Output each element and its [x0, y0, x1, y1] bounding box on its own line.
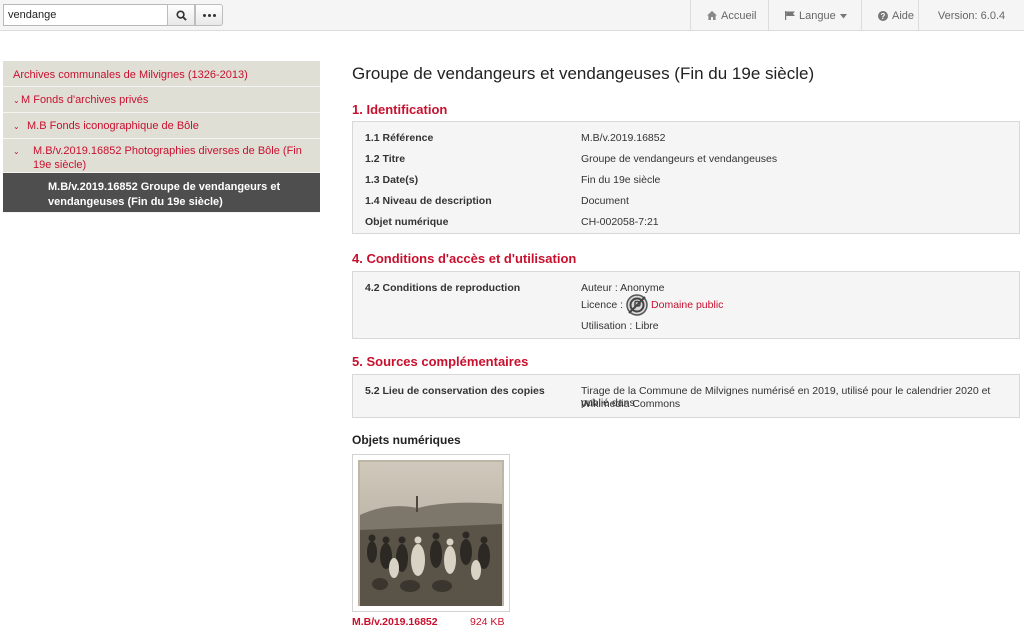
- nav-langue[interactable]: Langue: [768, 0, 861, 31]
- section-identification-title: 1. Identification: [352, 102, 448, 117]
- row-value: Groupe de vendangeurs et vendangeuses: [581, 153, 778, 165]
- tree-item-fonds-prives[interactable]: ⌄ M Fonds d'archives privés: [3, 87, 320, 113]
- digital-object-size: 924 KB: [470, 616, 505, 628]
- row-label: 1.4 Niveau de description: [365, 195, 492, 207]
- row-label: 1.1 Référence: [365, 132, 434, 144]
- tree-item-fonds-iconographique[interactable]: ⌄ M.B Fonds iconographique de Bôle: [3, 113, 320, 139]
- identification-row: 1.4 Niveau de description Document: [365, 195, 629, 207]
- sources-value-line2: Wikimedia Commons: [581, 398, 681, 410]
- nav-langue-label: Langue: [799, 9, 836, 22]
- more-icon: [202, 13, 216, 17]
- chevron-down-icon: ⌄: [13, 122, 20, 131]
- licence-line: Licence : Domaine public: [581, 294, 723, 316]
- nav-accueil-label: Accueil: [721, 9, 757, 22]
- chevron-down-icon: ⌄: [13, 147, 20, 156]
- home-icon: [707, 11, 717, 20]
- row-label: 1.2 Titre: [365, 153, 406, 165]
- top-bar: Accueil Langue ? Aide Version: 6.0.4: [0, 0, 1024, 31]
- search-input[interactable]: [3, 4, 168, 26]
- row-value: CH-002058-7:21: [581, 216, 659, 228]
- nav-accueil[interactable]: Accueil: [690, 0, 768, 31]
- help-icon: ?: [878, 10, 888, 21]
- digital-object-id[interactable]: M.B/v.2019.16852: [352, 616, 438, 628]
- conditions-row: 4.2 Conditions de reproduction Auteur : …: [365, 282, 664, 294]
- public-domain-icon: [626, 294, 648, 316]
- tree-item-photographies-diverses[interactable]: ⌄ M.B/v.2019.16852 Photographies diverse…: [3, 139, 320, 173]
- row-label: Objet numérique: [365, 216, 449, 228]
- sources-row: 5.2 Lieu de conservation des copies: [365, 385, 545, 397]
- tree-item-active-label: M.B/v.2019.16852 Groupe de vendangeurs e…: [48, 181, 281, 208]
- search-button[interactable]: [167, 4, 195, 26]
- more-options-button[interactable]: [195, 4, 223, 26]
- nav-aide[interactable]: ? Aide: [861, 0, 918, 31]
- digital-object-thumbnail[interactable]: [352, 454, 510, 612]
- section-conditions-title: 4. Conditions d'accès et d'utilisation: [352, 251, 577, 266]
- auteur-value: Auteur : Anonyme: [581, 282, 665, 294]
- search-icon: [175, 9, 187, 21]
- nav-aide-label: Aide: [892, 9, 915, 22]
- identification-row: Objet numérique CH-002058-7:21: [365, 216, 659, 228]
- version-label: Version: 6.0.4: [918, 0, 1024, 31]
- identification-row: 1.3 Date(s) Fin du 19e siècle: [365, 174, 660, 186]
- row-value: Document: [581, 195, 629, 207]
- svg-text:?: ?: [881, 12, 886, 21]
- utilisation-value: Utilisation : Libre: [581, 320, 659, 332]
- tree-item-label: M.B/v.2019.16852 Photographies diverses …: [33, 145, 302, 171]
- tree-item-archives-communales[interactable]: Archives communales de Milvignes (1326-2…: [3, 61, 320, 87]
- page-title: Groupe de vendangeurs et vendangeuses (F…: [352, 64, 815, 83]
- objets-numeriques-title: Objets numériques: [352, 433, 461, 447]
- licence-prefix: Licence :: [581, 299, 624, 311]
- section-sources: 5.2 Lieu de conservation des copies Tira…: [352, 374, 1020, 418]
- section-sources-title: 5. Sources complémentaires: [352, 354, 529, 369]
- row-label: 5.2 Lieu de conservation des copies: [365, 385, 545, 397]
- chevron-down-icon: ⌄: [13, 96, 20, 105]
- identification-row: 1.2 Titre Groupe de vendangeurs et venda…: [365, 153, 777, 165]
- archive-tree: Archives communales de Milvignes (1326-2…: [3, 61, 320, 213]
- tree-item-active[interactable]: M.B/v.2019.16852 Groupe de vendangeurs e…: [3, 173, 320, 213]
- tree-item-label: Archives communales de Milvignes (1326-2…: [13, 69, 248, 81]
- identification-row: 1.1 Référence M.B/v.2019.16852: [365, 132, 665, 144]
- section-conditions: 4.2 Conditions de reproduction Auteur : …: [352, 271, 1020, 339]
- row-label: 1.3 Date(s): [365, 174, 419, 186]
- licence-link[interactable]: Domaine public: [651, 299, 723, 311]
- tree-item-label: M Fonds d'archives privés: [21, 94, 149, 106]
- row-value: M.B/v.2019.16852: [581, 132, 666, 144]
- row-label: 4.2 Conditions de reproduction: [365, 282, 521, 294]
- tree-item-label: M.B Fonds iconographique de Bôle: [27, 120, 199, 132]
- photo-thumbnail: [358, 460, 504, 606]
- row-value: Fin du 19e siècle: [581, 174, 661, 186]
- section-identification: 1.1 Référence M.B/v.2019.16852 1.2 Titre…: [352, 121, 1020, 234]
- caret-down-icon: [839, 10, 847, 22]
- flag-icon: [785, 11, 795, 20]
